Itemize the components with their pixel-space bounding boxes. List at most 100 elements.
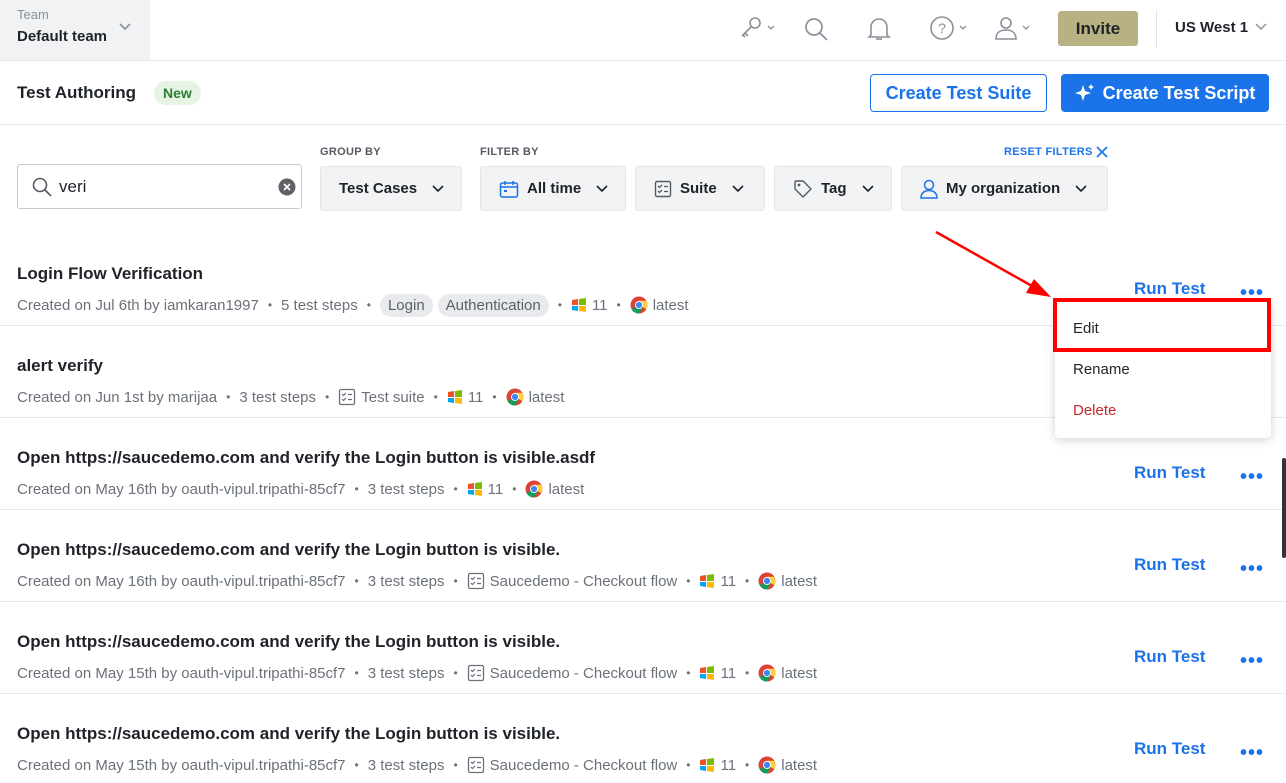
menu-item-delete[interactable]: Delete <box>1073 402 1116 419</box>
search-icon[interactable] <box>803 16 829 42</box>
browser-version: latest <box>781 572 818 590</box>
test-name[interactable]: Login Flow Verification <box>17 264 203 284</box>
run-test-button[interactable]: Run Test <box>1134 555 1205 575</box>
suite-name: Test suite <box>361 388 425 406</box>
filter-by-label: FILTER BY <box>480 146 539 158</box>
test-name[interactable]: Open https://saucedemo.com and verify th… <box>17 632 560 652</box>
steps-count: 3 test steps <box>367 664 445 682</box>
separator-dot: • <box>453 758 458 772</box>
search-box[interactable] <box>17 164 302 209</box>
test-name[interactable]: Open https://saucedemo.com and verify th… <box>17 448 595 468</box>
chrome-icon <box>506 388 524 406</box>
tag-filter-dropdown[interactable]: Tag <box>774 166 892 211</box>
separator-dot: • <box>745 666 750 680</box>
search-input[interactable] <box>59 175 259 199</box>
bell-icon[interactable] <box>867 16 891 42</box>
created-info: Created on May 16th by oauth-vipul.tripa… <box>17 572 346 590</box>
test-meta: Created on May 16th by oauth-vipul.tripa… <box>17 476 584 502</box>
more-options-icon[interactable]: ••• <box>1240 742 1264 765</box>
scrollbar[interactable] <box>1282 458 1286 558</box>
test-row[interactable]: Open https://saucedemo.com and verify th… <box>0 694 1286 783</box>
run-test-button[interactable]: Run Test <box>1134 647 1205 667</box>
time-filter-value: All time <box>527 180 582 197</box>
run-test-button[interactable]: Run Test <box>1134 739 1205 759</box>
os-info: 11 <box>699 757 736 774</box>
test-name[interactable]: Open https://saucedemo.com and verify th… <box>17 724 560 744</box>
os-info: 11 <box>571 297 608 314</box>
chevron-down-icon <box>119 23 131 31</box>
user-icon[interactable] <box>994 16 1034 42</box>
steps-count: 3 test steps <box>367 572 445 590</box>
region-selector[interactable]: US West 1 <box>1175 19 1248 36</box>
suite-info: Saucedemo - Checkout flow <box>467 664 677 682</box>
os-info: 11 <box>699 665 736 682</box>
browser-version: latest <box>781 756 818 774</box>
browser-version: latest <box>548 480 585 498</box>
os-version: 11 <box>487 480 504 498</box>
team-selector[interactable]: Team Default team <box>0 0 150 60</box>
tag-chip: Login <box>379 293 433 317</box>
chevron-down-icon <box>732 184 744 192</box>
group-by-dropdown[interactable]: Test Cases <box>320 166 462 211</box>
create-test-suite-button[interactable]: Create Test Suite <box>870 74 1047 112</box>
created-info: Created on May 15th by oauth-vipul.tripa… <box>17 756 346 774</box>
steps-count: 3 test steps <box>239 388 317 406</box>
more-options-icon[interactable]: ••• <box>1240 466 1264 489</box>
calendar-icon <box>499 180 519 198</box>
windows-icon <box>571 298 586 312</box>
test-row[interactable]: Open https://saucedemo.com and verify th… <box>0 510 1286 602</box>
more-options-icon[interactable]: ••• <box>1240 558 1264 581</box>
suite-info: Saucedemo - Checkout flow <box>467 756 678 774</box>
suite-name: Saucedemo - Checkout flow <box>489 756 678 774</box>
organization-filter-value: My organization <box>946 180 1061 197</box>
separator-dot: • <box>354 758 359 772</box>
chevron-down-icon <box>432 184 444 192</box>
more-options-icon[interactable]: ••• <box>1240 650 1264 673</box>
separator-dot: • <box>354 666 359 680</box>
steps-count: 3 test steps <box>367 756 445 774</box>
browser-version: latest <box>781 664 818 682</box>
page-header: Test Authoring New Create Test Suite Cre… <box>0 61 1286 125</box>
test-meta: Created on May 16th by oauth-vipul.tripa… <box>17 568 817 594</box>
os-version: 11 <box>591 296 608 314</box>
windows-icon <box>700 574 715 588</box>
test-name[interactable]: Open https://saucedemo.com and verify th… <box>17 540 560 560</box>
separator-dot: • <box>686 758 691 772</box>
separator-dot: • <box>453 666 458 680</box>
reset-filters-button[interactable]: RESET FILTERS <box>1004 146 1108 158</box>
browser-version: latest <box>528 388 565 406</box>
tag-chip: Authentication <box>437 293 549 317</box>
create-test-script-button[interactable]: Create Test Script <box>1061 74 1269 112</box>
separator-dot: • <box>453 574 458 588</box>
run-test-button[interactable]: Run Test <box>1134 463 1205 483</box>
key-icon[interactable] <box>738 16 778 42</box>
run-test-button[interactable]: Run Test <box>1134 279 1205 299</box>
suite-icon <box>467 756 484 774</box>
chevron-down-icon[interactable] <box>1254 22 1268 32</box>
chrome-icon <box>758 572 776 590</box>
separator-dot: • <box>325 390 330 404</box>
suite-filter-dropdown[interactable]: Suite <box>635 166 765 211</box>
browser-info: latest <box>758 572 817 590</box>
reset-filters-label: RESET FILTERS <box>1004 146 1093 158</box>
page-title: Test Authoring <box>17 83 136 102</box>
group-by-value: Test Cases <box>339 180 418 197</box>
windows-icon <box>447 390 462 404</box>
windows-icon <box>700 758 715 772</box>
chrome-icon <box>630 296 648 314</box>
test-row[interactable]: Open https://saucedemo.com and verify th… <box>0 602 1286 694</box>
invite-button[interactable]: Invite <box>1058 11 1138 46</box>
organization-filter-dropdown[interactable]: My organization <box>901 166 1108 211</box>
time-filter-dropdown[interactable]: All time <box>480 166 626 211</box>
help-icon[interactable]: ? <box>929 16 969 42</box>
search-icon <box>32 177 52 197</box>
test-meta: Created on May 15th by oauth-vipul.tripa… <box>17 752 817 778</box>
os-version: 11 <box>467 388 484 406</box>
menu-item-rename[interactable]: Rename <box>1073 361 1130 378</box>
clear-search-icon[interactable] <box>278 178 296 196</box>
separator-dot: • <box>354 574 359 588</box>
test-name[interactable]: alert verify <box>17 356 103 376</box>
separator-dot: • <box>354 482 359 496</box>
separator-dot: • <box>557 298 562 312</box>
chrome-icon <box>758 756 776 774</box>
